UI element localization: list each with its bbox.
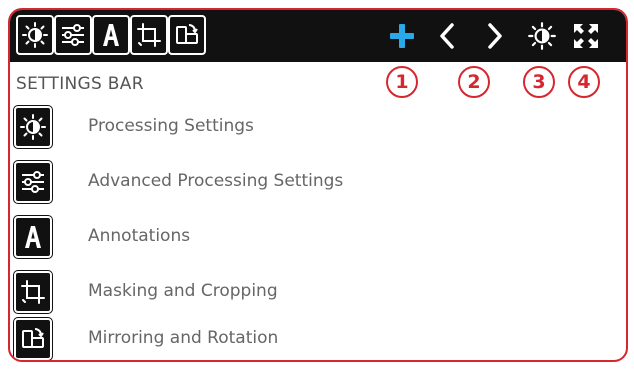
list-item-mirroring-rotation[interactable]: Mirroring and Rotation — [13, 317, 614, 360]
list-item-processing-settings[interactable]: Processing Settings — [13, 105, 614, 152]
chevron-right-icon — [488, 23, 502, 49]
chevron-left-icon — [440, 23, 454, 49]
toolbar — [10, 10, 626, 62]
annotation-a-icon — [13, 215, 53, 259]
mirror-rotate-icon — [13, 317, 53, 360]
annotation-a-icon — [103, 24, 119, 46]
callout-2: 2 — [458, 66, 490, 98]
list-item-advanced-processing-settings[interactable]: Advanced Processing Settings — [13, 160, 614, 207]
sliders-icon — [13, 160, 53, 204]
previous-button[interactable] — [428, 16, 468, 56]
list-item-label: Mirroring and Rotation — [88, 328, 279, 348]
callout-4: 4 — [568, 66, 600, 98]
list-item-masking-cropping[interactable]: Masking and Cropping — [13, 270, 614, 317]
mirroring-rotation-button[interactable] — [168, 15, 206, 55]
settings-bar-toggle-button[interactable] — [522, 16, 562, 56]
list-item-label: Annotations — [88, 226, 191, 246]
section-title: SETTINGS BAR — [16, 74, 144, 94]
list-item-label: Masking and Cropping — [88, 281, 278, 301]
advanced-processing-button[interactable] — [54, 15, 92, 55]
crop-icon — [137, 23, 161, 47]
crop-icon — [13, 270, 53, 314]
brightness-icon — [528, 22, 556, 50]
callout-3: 3 — [523, 66, 555, 98]
brightness-icon — [22, 22, 48, 48]
add-button[interactable] — [382, 16, 422, 56]
list-item-annotations[interactable]: Annotations — [13, 215, 614, 262]
sliders-icon — [62, 24, 84, 46]
expand-icon — [574, 24, 598, 48]
next-button[interactable] — [474, 16, 514, 56]
plus-icon — [390, 24, 414, 48]
list-item-label: Processing Settings — [88, 116, 254, 136]
list-item-label: Advanced Processing Settings — [88, 171, 344, 191]
mirror-rotate-icon — [176, 24, 198, 44]
fullscreen-button[interactable] — [566, 16, 606, 56]
callout-1: 1 — [386, 66, 418, 98]
annotations-button[interactable] — [92, 15, 130, 55]
brightness-icon — [13, 105, 53, 149]
figure-frame: 1 2 3 4 SETTINGS BAR Processing Settings — [8, 8, 628, 362]
processing-settings-button[interactable] — [16, 15, 54, 55]
masking-cropping-button[interactable] — [130, 15, 168, 55]
